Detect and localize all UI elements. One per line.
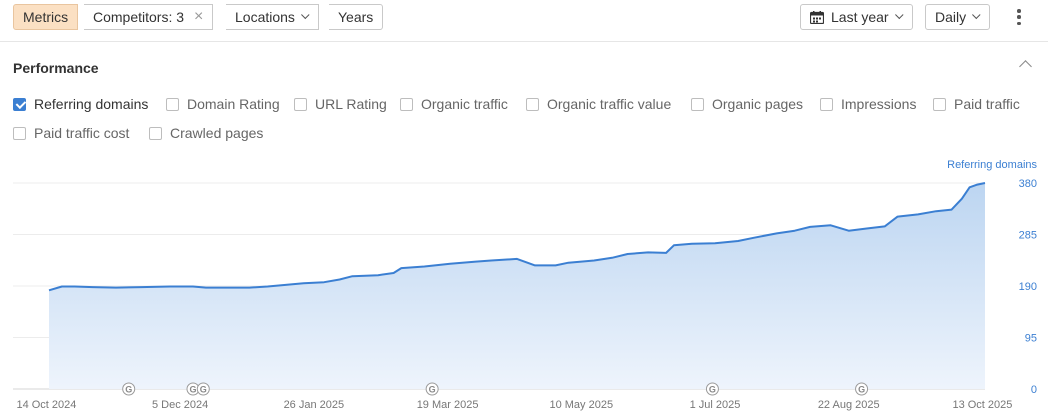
x-tick-label: 22 Aug 2025	[818, 399, 880, 411]
marker-label: G	[429, 385, 436, 395]
x-tick-label: 14 Oct 2024	[16, 399, 76, 411]
x-tick-label: 1 Jul 2025	[690, 399, 741, 411]
tab-competitors-label: Competitors: 3	[93, 9, 185, 25]
checkbox-checked-icon[interactable]	[13, 97, 26, 111]
metric-label: Impressions	[841, 96, 917, 112]
metric-label: Paid traffic cost	[34, 125, 130, 141]
marker-label: G	[200, 385, 207, 395]
tab-locations[interactable]: Locations	[226, 4, 319, 30]
metric-organic-pages[interactable]: Organic pages	[691, 96, 803, 112]
metric-label: Referring domains	[34, 96, 149, 112]
chevron-down-icon	[894, 10, 904, 20]
y-tick-label: 380	[1019, 178, 1037, 190]
more-options-icon[interactable]	[1012, 7, 1026, 27]
checkbox-icon[interactable]	[526, 97, 539, 111]
close-icon[interactable]: ×	[194, 9, 203, 25]
metric-organic-traffic-value[interactable]: Organic traffic value	[526, 96, 671, 112]
metric-label: Organic pages	[712, 96, 804, 112]
chevron-down-icon	[972, 10, 981, 20]
metric-label: Organic traffic	[421, 96, 508, 112]
tab-metrics[interactable]: Metrics	[13, 4, 79, 30]
date-range-label: Last year	[831, 9, 889, 25]
x-tick-label: 13 Oct 2025	[952, 399, 1012, 411]
tab-years[interactable]: Years	[329, 4, 384, 30]
y-tick-label: 285	[1019, 230, 1037, 242]
tab-years-label: Years	[338, 9, 374, 25]
metric-label: Crawled pages	[170, 125, 264, 141]
checkbox-icon[interactable]	[691, 97, 704, 111]
y-tick-label: 190	[1019, 281, 1037, 293]
metric-paid-traffic[interactable]: Paid traffic	[933, 96, 1020, 112]
marker-label: G	[858, 385, 865, 395]
metric-impressions[interactable]: Impressions	[820, 96, 916, 112]
metric-label: Organic traffic value	[547, 96, 672, 112]
checkbox-icon[interactable]	[149, 126, 162, 140]
checkbox-icon[interactable]	[166, 97, 179, 111]
x-tick-label: 10 May 2025	[549, 399, 613, 411]
metric-crawled-pages[interactable]: Crawled pages	[149, 125, 263, 141]
tab-locations-label: Locations	[235, 9, 295, 25]
chevron-up-icon[interactable]	[1019, 60, 1032, 73]
marker-label: G	[709, 385, 716, 395]
toolbar: Metrics Competitors: 3 × Locations Years…	[0, 0, 1048, 42]
tab-competitors[interactable]: Competitors: 3 ×	[84, 4, 214, 30]
marker-label: G	[189, 385, 196, 395]
calendar-icon	[810, 10, 824, 24]
x-tick-label: 26 Jan 2025	[284, 399, 345, 411]
granularity-dropdown[interactable]: Daily	[925, 4, 991, 30]
metric-referring-domains[interactable]: Referring domains	[13, 96, 148, 112]
checkbox-icon[interactable]	[933, 97, 946, 111]
marker-label: G	[125, 385, 132, 395]
checkbox-icon[interactable]	[294, 97, 307, 111]
metric-organic-traffic[interactable]: Organic traffic	[400, 96, 508, 112]
granularity-label: Daily	[935, 9, 967, 25]
metric-paid-traffic-cost[interactable]: Paid traffic cost	[13, 125, 129, 141]
y-tick-label: 0	[1031, 384, 1037, 396]
metric-label: URL Rating	[315, 96, 387, 112]
metric-url-rating[interactable]: URL Rating	[294, 96, 387, 112]
checkbox-icon[interactable]	[13, 126, 26, 140]
tab-metrics-label: Metrics	[23, 9, 69, 25]
x-tick-label: 19 Mar 2025	[417, 399, 479, 411]
metric-domain-rating[interactable]: Domain Rating	[166, 96, 280, 112]
checkbox-icon[interactable]	[400, 97, 413, 111]
y-tick-label: 95	[1025, 333, 1037, 345]
section-title: Performance	[13, 60, 99, 76]
referring-domains-chart: 095190285380G G G G G G14 Oct 2024 5 Dec 2024 2…	[13, 178, 1037, 411]
metric-label: Domain Rating	[187, 96, 280, 112]
chevron-down-icon	[300, 10, 310, 20]
checkbox-icon[interactable]	[820, 97, 833, 111]
x-tick-label: 5 Dec 2024	[152, 399, 208, 411]
date-range-dropdown[interactable]: Last year	[800, 4, 913, 30]
metric-label: Paid traffic	[954, 96, 1020, 112]
